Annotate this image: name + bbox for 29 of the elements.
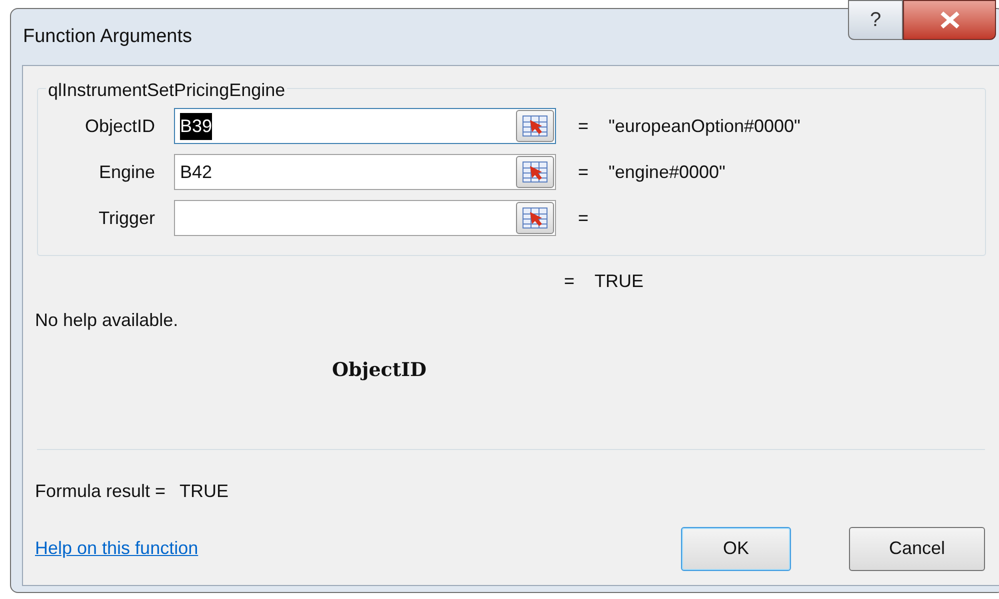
range-select-button[interactable] [516,110,554,142]
field-value: B39 [180,112,212,140]
argument-result: "engine#0000" [608,160,726,184]
argument-field[interactable] [174,200,556,236]
equals-sign: = [578,206,589,230]
dialog-button[interactable]: Cancel [849,526,985,570]
argument-field[interactable]: B42 [174,154,556,190]
function-result: TRUE [594,270,644,293]
help-text: No help available. [35,309,178,332]
formula-result-value: TRUE [180,480,229,502]
range-select-button[interactable] [516,156,554,188]
argument-result: "europeanOption#0000" [608,114,800,138]
window-title: Function Arguments [23,24,192,49]
argument-label: ObjectID [84,114,155,138]
field-value: B42 [180,160,212,184]
help-link[interactable]: Help on this function [35,535,198,562]
range-select-button[interactable] [516,202,554,234]
equals-sign: = [564,270,575,293]
help-button[interactable]: ? [848,0,903,40]
argument-label: Trigger [98,206,155,230]
argument-field[interactable]: B39 [174,108,556,144]
equals-sign: = [578,160,589,184]
close-button[interactable] [903,0,996,40]
argument-label: Engine [98,160,155,184]
argument-name: ObjectID [332,358,427,383]
formula-result-label: Formula result = [35,480,166,502]
dialog-button[interactable]: OK [681,526,791,570]
close-icon [938,11,960,29]
equals-sign: = [578,114,589,138]
